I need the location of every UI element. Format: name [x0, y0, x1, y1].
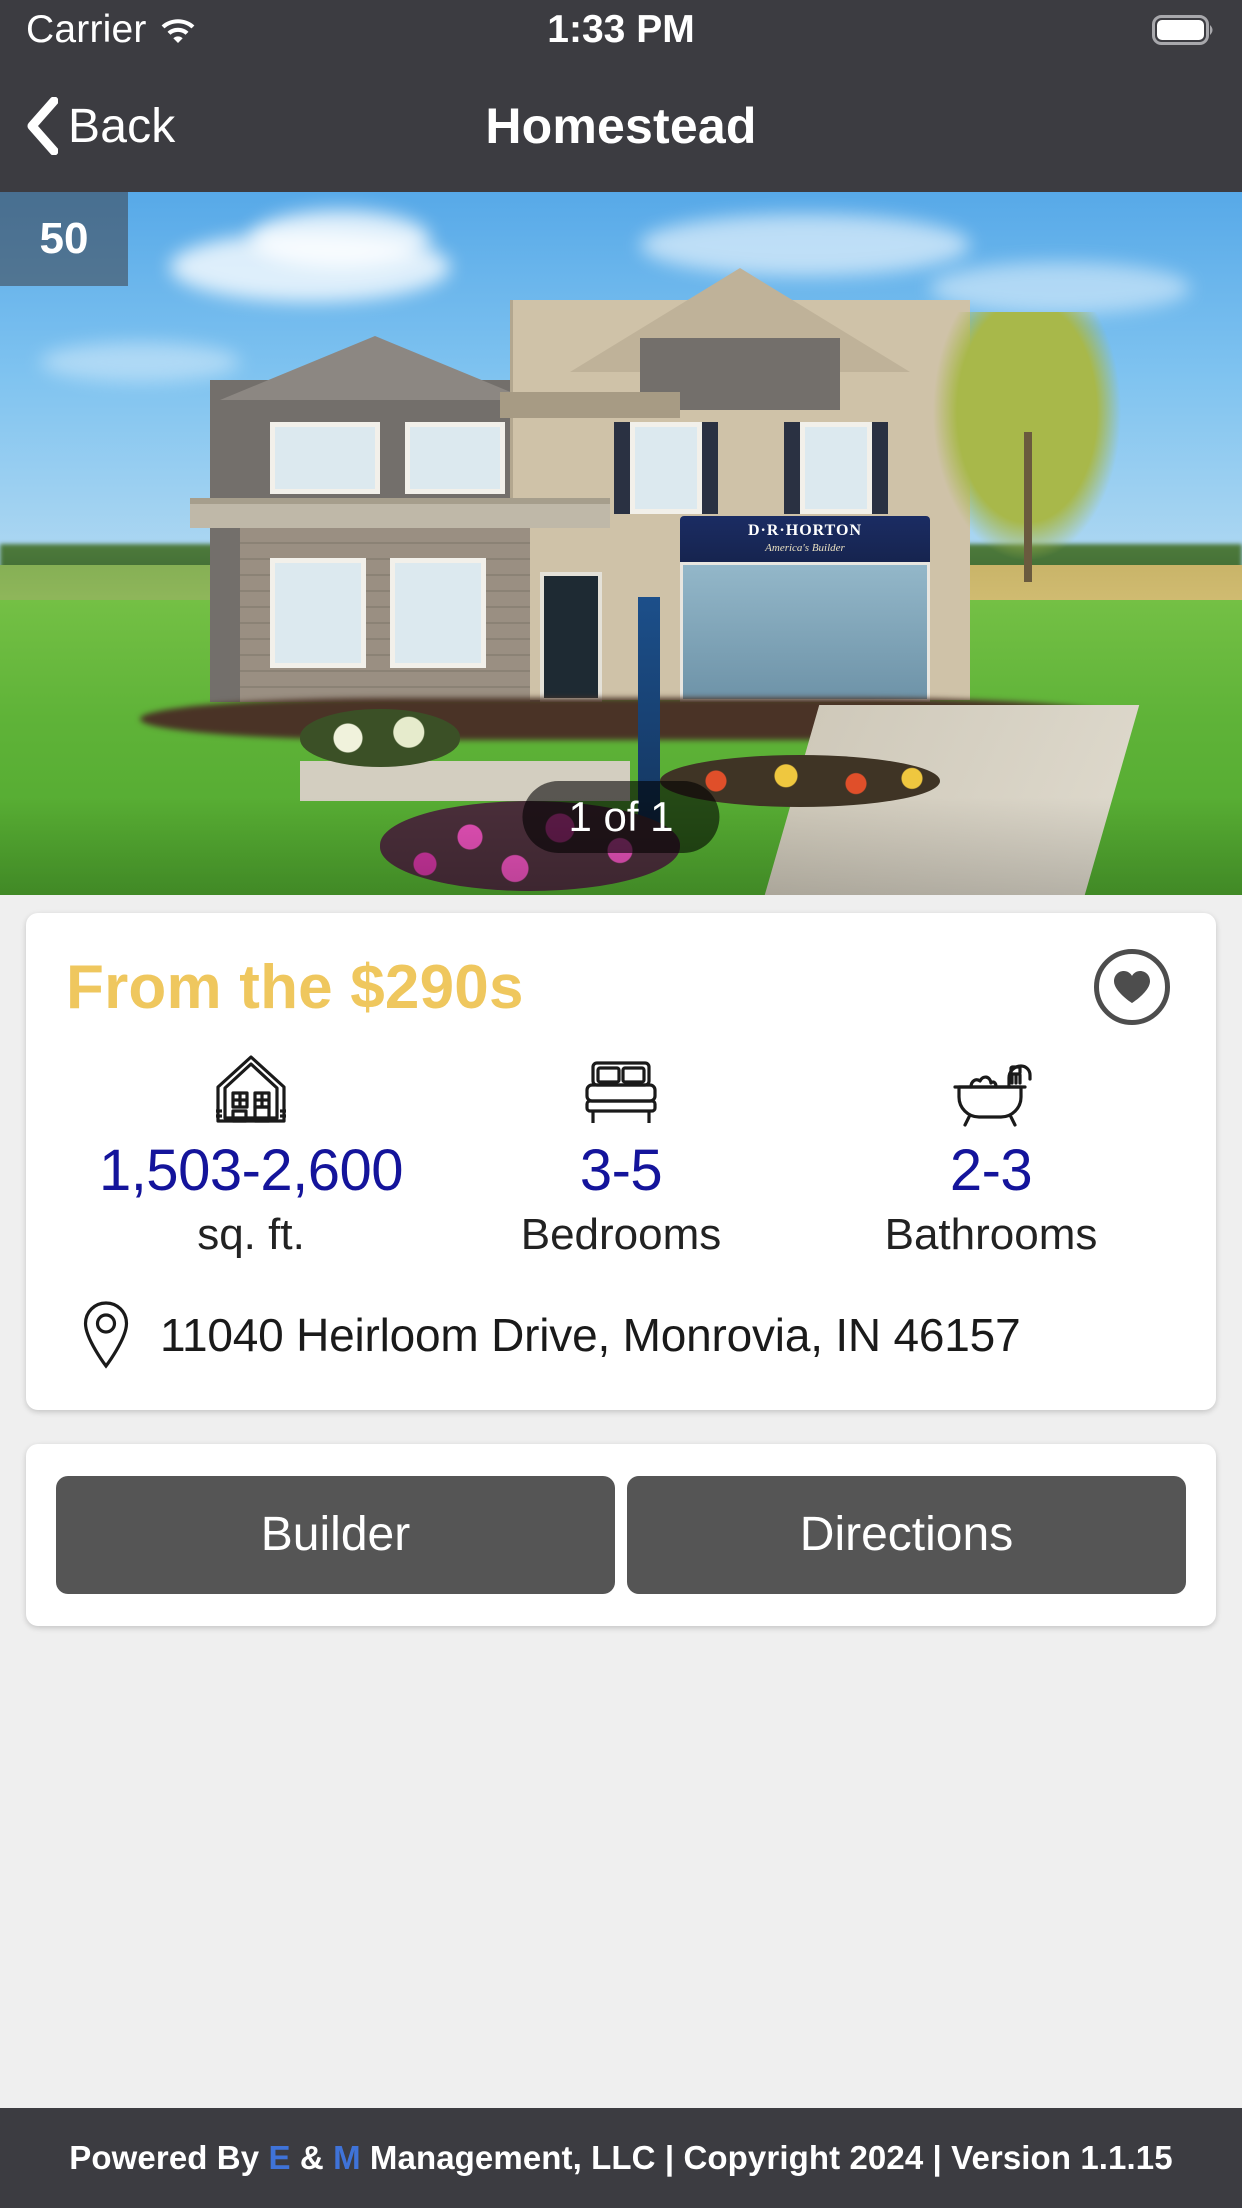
status-bar-right: [1152, 14, 1216, 46]
footer-suffix: Management, LLC | Copyright 2024 | Versi…: [360, 2139, 1173, 2176]
address-row: 11040 Heirloom Drive, Monrovia, IN 46157: [66, 1300, 1176, 1370]
back-button-label: Back: [68, 99, 176, 153]
status-bar: Carrier 1:33 PM: [0, 0, 1242, 60]
heart-icon: [1112, 969, 1152, 1005]
footer-accent-e: E: [268, 2139, 291, 2176]
footer-bar: Powered By E & M Management, LLC | Copyr…: [0, 2108, 1242, 2208]
photo-tree: [932, 312, 1122, 582]
photo-cloud: [250, 210, 430, 268]
spec-bedrooms: 3-5 Bedrooms: [436, 1053, 806, 1260]
price-row: From the $290s: [66, 949, 1176, 1025]
photo-window: [270, 422, 380, 494]
carrier-label: Carrier: [26, 8, 147, 51]
photo-storefront-glass: [680, 562, 930, 702]
wifi-icon: [159, 14, 197, 46]
spec-bedrooms-label: Bedrooms: [520, 1209, 722, 1259]
photo-pager-label: 1 of 1: [522, 781, 720, 853]
specs-row: 1,503-2,600 sq. ft. 3-5 Bedrooms 2-3 Bat…: [66, 1053, 1176, 1260]
photo-window: [630, 422, 702, 514]
awning-tagline-text: America's Builder: [765, 542, 845, 554]
photo-house-roof: [500, 392, 680, 418]
photo-house-left-gable: [220, 336, 530, 400]
property-photo-carousel[interactable]: D·R·HORTON America's Builder 50 1 of 1: [0, 192, 1242, 895]
listing-summary-card: From the $290s 1,503-2,600 sq. ft. 3-5 B…: [26, 913, 1216, 1410]
photo-porch-roof: [190, 498, 610, 528]
favorite-button[interactable]: [1094, 949, 1170, 1025]
house-icon: [208, 1053, 294, 1141]
battery-full-icon: [1152, 14, 1216, 46]
builder-button[interactable]: Builder: [56, 1475, 615, 1594]
footer-credit: Powered By E & M Management, LLC | Copyr…: [69, 2139, 1172, 2177]
photo-house: D·R·HORTON America's Builder: [190, 268, 970, 702]
photo-shutter: [702, 422, 718, 514]
photo-shutter: [872, 422, 888, 514]
photo-window: [270, 558, 366, 668]
photo-shutter: [784, 422, 800, 514]
directions-button[interactable]: Directions: [627, 1475, 1186, 1594]
footer-accent-m: M: [333, 2139, 361, 2176]
photo-window: [405, 422, 505, 494]
navigation-bar: Back Homestead: [0, 60, 1242, 192]
spec-bathrooms-label: Bathrooms: [884, 1209, 1098, 1259]
photo-cloud: [640, 214, 970, 276]
photo-tree-trunk: [1024, 432, 1032, 582]
photo-count-badge-label: 50: [39, 214, 89, 263]
actions-card: Builder Directions: [26, 1443, 1216, 1626]
price-label: From the $290s: [66, 952, 524, 1022]
bed-icon: [573, 1053, 669, 1141]
photo-window: [800, 422, 872, 514]
back-button[interactable]: Back: [24, 97, 176, 155]
status-bar-left: Carrier: [26, 8, 197, 52]
map-pin-icon: [80, 1300, 132, 1370]
spec-square-feet: 1,503-2,600 sq. ft.: [66, 1053, 436, 1260]
photo-flowers-white: [300, 709, 460, 767]
spec-square-feet-label: sq. ft.: [197, 1209, 305, 1259]
address-label: 11040 Heirloom Drive, Monrovia, IN 46157: [160, 1308, 1021, 1361]
footer-ampersand: &: [290, 2139, 334, 2176]
footer-prefix: Powered By: [69, 2139, 269, 2176]
photo-shutter: [614, 422, 630, 514]
main-content: From the $290s 1,503-2,600 sq. ft. 3-5 B…: [0, 895, 1242, 2108]
spec-bedrooms-value: 3-5: [579, 1138, 663, 1203]
photo-count-badge: 50: [0, 192, 128, 286]
photo-window: [390, 558, 486, 668]
photo-front-door: [540, 572, 602, 702]
bathtub-icon: [943, 1053, 1039, 1141]
app-root: Carrier 1:33 PM Back Homestead D·R·HORTO…: [0, 0, 1242, 2208]
spec-bathrooms: 2-3 Bathrooms: [806, 1053, 1176, 1260]
photo-awning: D·R·HORTON America's Builder: [680, 516, 930, 562]
spec-square-feet-value: 1,503-2,600: [98, 1138, 404, 1203]
awning-brand-text: D·R·HORTON: [747, 522, 863, 539]
spec-bathrooms-value: 2-3: [949, 1138, 1033, 1203]
chevron-left-icon: [24, 97, 58, 155]
page-title: Homestead: [485, 98, 757, 154]
